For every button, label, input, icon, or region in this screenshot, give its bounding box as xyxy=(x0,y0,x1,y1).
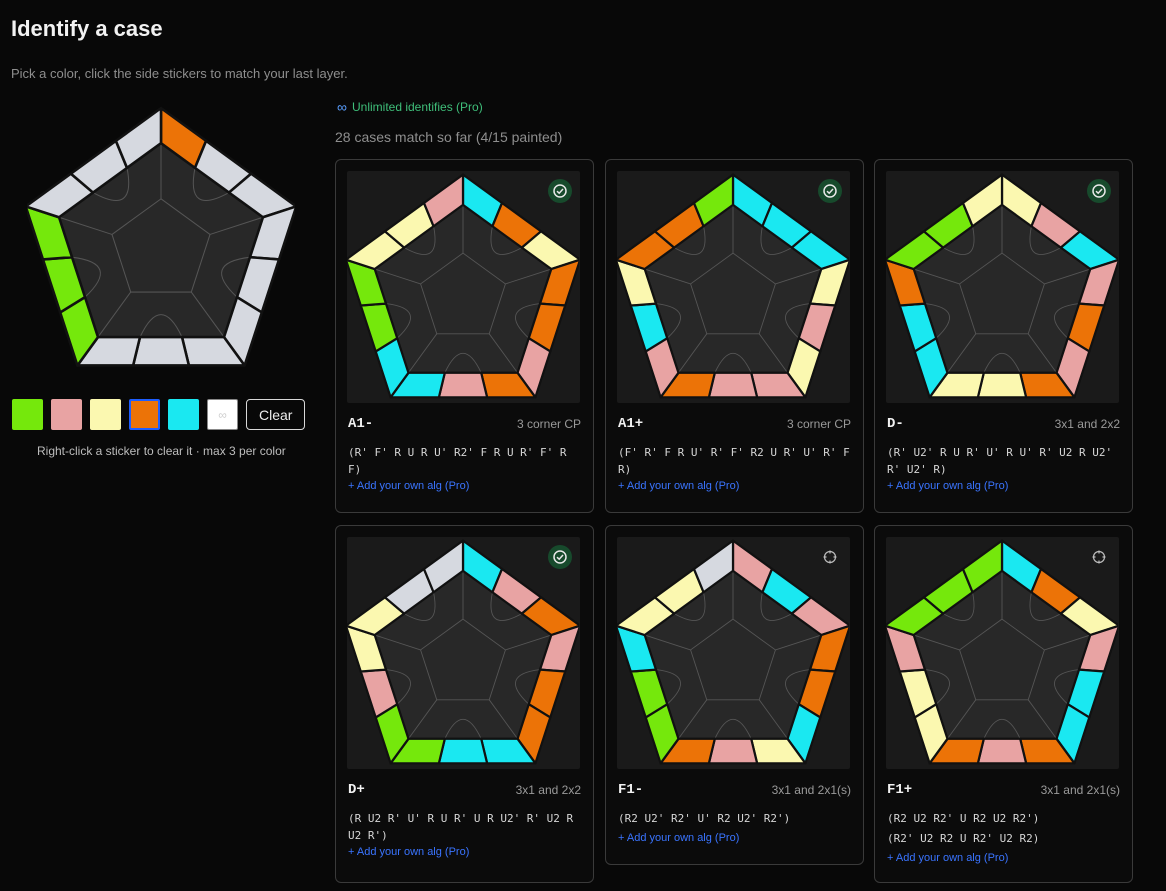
swatch-pink[interactable] xyxy=(51,399,82,430)
case-thumbnail xyxy=(347,537,580,769)
infinity-icon: ∞ xyxy=(218,407,227,422)
page-title: Identify a case xyxy=(11,16,163,41)
page-subtitle: Pick a color, click the side stickers to… xyxy=(11,66,348,81)
case-card[interactable]: F1+ 3x1 and 2x1(s) (R2 U2 R2' U R2 U2 R2')… xyxy=(874,525,1133,883)
sticker-edge[interactable] xyxy=(437,737,489,765)
case-alg[interactable]: (R' F' R U R U' R2' F R U R' F' R F) xyxy=(348,444,584,478)
case-alg[interactable]: (R U2 R' U' R U R' U R U2' R' U2 R U2 R'… xyxy=(348,810,584,844)
swatch-orange[interactable] xyxy=(129,399,160,430)
match-count: 28 cases match so far (4/15 painted) xyxy=(335,129,563,145)
check-circle-icon[interactable] xyxy=(548,179,572,203)
pentagon-diagram xyxy=(617,173,849,399)
add-alg-link[interactable]: + Add your own alg (Pro) xyxy=(348,846,469,858)
add-alg-link[interactable]: + Add your own alg (Pro) xyxy=(618,832,739,844)
case-thumbnail xyxy=(886,537,1119,769)
case-tag: 3 corner CP xyxy=(516,417,581,431)
sticker-edge[interactable] xyxy=(707,737,759,765)
case-tag: 3 corner CP xyxy=(786,417,851,431)
case-tag: 3x1 and 2x2 xyxy=(515,783,581,797)
palette-hint: Right-click a sticker to clear it · max … xyxy=(37,444,286,458)
case-card[interactable]: F1- 3x1 and 2x1(s) (R2 U2' R2' U' R2 U2' R… xyxy=(605,525,864,865)
case-tag: 3x1 and 2x2 xyxy=(1054,417,1120,431)
check-circle-icon[interactable] xyxy=(1087,179,1111,203)
color-palette: ∞ Clear xyxy=(12,399,306,430)
swatch-green[interactable] xyxy=(12,399,43,430)
infinity-icon: ∞ xyxy=(337,99,347,115)
swatch-white[interactable]: ∞ xyxy=(207,399,238,430)
case-name: D- xyxy=(887,416,904,432)
crosshair-icon[interactable] xyxy=(1087,545,1111,569)
unlimited-identifies[interactable]: ∞ Unlimited identifies (Pro) xyxy=(337,99,483,115)
swatch-cyan[interactable] xyxy=(168,399,199,430)
case-alg[interactable]: (R2 U2 R2' U R2 U2 R2') xyxy=(887,810,1123,827)
case-alg[interactable]: (R2 U2' R2' U' R2 U2' R2') xyxy=(618,810,854,827)
unlimited-label: Unlimited identifies (Pro) xyxy=(351,100,483,114)
sticker-edge[interactable] xyxy=(976,371,1028,399)
case-thumbnail xyxy=(617,171,850,403)
crosshair-icon[interactable] xyxy=(818,545,842,569)
case-card[interactable]: D- 3x1 and 2x2 (R' U2' R U R' U' R U' R' U… xyxy=(874,159,1133,513)
case-alg[interactable]: (R' U2' R U R' U' R U' R' U2 R U2' R' U2… xyxy=(887,444,1123,478)
case-name: A1- xyxy=(348,416,374,432)
case-thumbnail xyxy=(886,171,1119,403)
pentagon-diagram xyxy=(347,539,579,765)
case-tag: 3x1 and 2x1(s) xyxy=(771,783,851,797)
case-card[interactable]: A1- 3 corner CP (R' F' R U R U' R2' F R U … xyxy=(335,159,594,513)
case-name: A1+ xyxy=(618,416,644,432)
check-circle-icon[interactable] xyxy=(548,545,572,569)
sticker-edge[interactable] xyxy=(976,737,1028,765)
case-card[interactable]: A1+ 3 corner CP (F' R' F R U' R' F' R2 U R… xyxy=(605,159,864,513)
swatch-yellow[interactable] xyxy=(90,399,121,430)
add-alg-link[interactable]: + Add your own alg (Pro) xyxy=(887,852,1008,864)
pentagon-diagram xyxy=(24,106,298,367)
case-thumbnail xyxy=(347,171,580,403)
add-alg-link[interactable]: + Add your own alg (Pro) xyxy=(887,480,1008,492)
sticker-edge[interactable] xyxy=(707,371,759,399)
case-thumbnail xyxy=(617,537,850,769)
case-name: D+ xyxy=(348,782,365,798)
add-alg-link[interactable]: + Add your own alg (Pro) xyxy=(348,480,469,492)
pentagon-diagram xyxy=(886,173,1118,399)
pentagon-diagram xyxy=(886,539,1118,765)
sticker-edge[interactable] xyxy=(131,335,191,367)
pentagon-editor[interactable] xyxy=(24,104,298,377)
case-card[interactable]: D+ 3x1 and 2x2 (R U2 R' U' R U R' U R U2' … xyxy=(335,525,594,883)
check-circle-icon[interactable] xyxy=(818,179,842,203)
sticker-edge[interactable] xyxy=(437,371,489,399)
case-name: F1- xyxy=(618,782,644,798)
case-alg[interactable]: (R2' U2 R2 U R2' U2 R2) xyxy=(887,830,1123,847)
pentagon-diagram xyxy=(617,539,849,765)
pentagon-diagram xyxy=(347,173,579,399)
clear-button[interactable]: Clear xyxy=(246,399,306,430)
add-alg-link[interactable]: + Add your own alg (Pro) xyxy=(618,480,739,492)
case-name: F1+ xyxy=(887,782,913,798)
case-tag: 3x1 and 2x1(s) xyxy=(1040,783,1120,797)
case-alg[interactable]: (F' R' F R U' R' F' R2 U R' U' R' F R) xyxy=(618,444,854,478)
